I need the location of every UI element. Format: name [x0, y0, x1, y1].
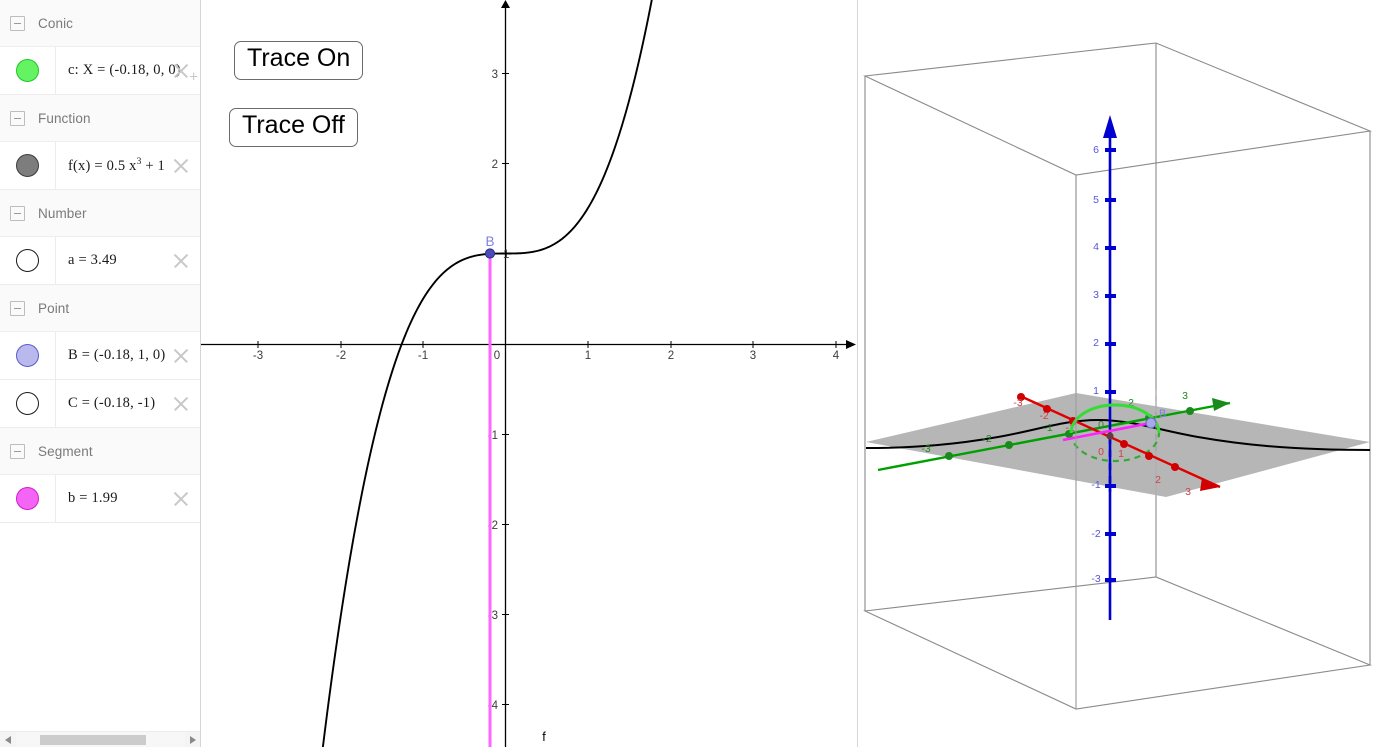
marble-cell [0, 237, 56, 284]
y-axis-arrow-icon [501, 0, 510, 8]
point-b-marker[interactable] [484, 248, 496, 259]
bounding-box-3d [863, 42, 1373, 710]
visibility-marble-icon[interactable] [16, 59, 39, 82]
collapse-toggle-point[interactable] [10, 300, 25, 316]
svg-text:-2: -2 [1091, 528, 1100, 540]
svg-text:-3: -3 [921, 443, 930, 455]
collapse-toggle-function[interactable] [10, 110, 25, 126]
svg-text:2: 2 [1093, 337, 1099, 349]
svg-text:1: 1 [1093, 385, 1099, 397]
x-axis-arrow-icon [846, 340, 856, 349]
geogebra-app: Conic c: X = (-0.18, 0, 0) + Function f(… [0, 0, 1380, 747]
group-header-point: Point [0, 285, 200, 332]
z-axis-3d [1103, 115, 1117, 620]
collapse-toggle-conic[interactable] [10, 15, 25, 31]
svg-text:4: 4 [833, 350, 840, 362]
group-title-segment: Segment [38, 443, 93, 459]
marble-cell [0, 142, 56, 189]
plus-icon[interactable]: + [189, 69, 198, 84]
visibility-marble-icon[interactable] [16, 487, 39, 510]
svg-text:2: 2 [668, 350, 674, 362]
svg-text:6: 6 [1093, 144, 1099, 156]
close-icon[interactable] [170, 393, 192, 415]
algebra-item-number-a[interactable]: a = 3.49 [0, 237, 200, 285]
algebra-view: Conic c: X = (-0.18, 0, 0) + Function f(… [0, 0, 201, 747]
marble-cell [0, 380, 56, 427]
origin-label-3d: 0 [1098, 419, 1104, 431]
function-curve-f[interactable] [302, 0, 682, 747]
visibility-marble-icon[interactable] [16, 344, 39, 367]
svg-text:3: 3 [750, 350, 756, 362]
scrollbar-track[interactable] [16, 731, 185, 747]
svg-text:1: 1 [585, 350, 591, 362]
scroll-right-arrow-icon[interactable] [185, 732, 200, 747]
origin-marker-3d [1106, 432, 1114, 440]
visibility-marble-icon[interactable] [16, 249, 39, 272]
algebra-item-segment-b[interactable]: b = 1.99 [0, 475, 200, 523]
svg-text:4: 4 [1093, 241, 1099, 253]
graph-3d-canvas[interactable]: -3 -2 -1 2 3 -3 -2 -1 0 1 2 3 6 5 4 3 2 … [858, 0, 1379, 747]
visibility-marble-icon[interactable] [16, 392, 39, 415]
marble-cell [0, 475, 56, 522]
svg-text:2: 2 [492, 159, 498, 171]
algebra-horizontal-scrollbar[interactable] [0, 731, 200, 747]
group-header-function: Function [0, 95, 200, 142]
svg-text:-2: -2 [336, 350, 346, 362]
svg-text:5: 5 [1093, 194, 1099, 206]
algebra-item-point-c[interactable]: C = (-0.18, -1) [0, 380, 200, 428]
group-header-segment: Segment [0, 428, 200, 475]
svg-text:-1: -1 [1091, 479, 1100, 491]
group-header-conic: Conic [0, 0, 200, 47]
visibility-marble-icon[interactable] [16, 154, 39, 177]
trace-on-button[interactable]: Trace On [234, 41, 364, 80]
svg-text:0: 0 [494, 350, 500, 362]
close-icon[interactable] [170, 250, 192, 272]
marble-cell [0, 47, 56, 94]
svg-text:-1: -1 [418, 350, 428, 362]
algebra-item-point-b[interactable]: B = (-0.18, 1, 0) [0, 332, 200, 380]
graphics-view-2d[interactable]: Trace On Trace Off -3 -2 -1 0 1 2 3 4 3 … [201, 0, 858, 747]
svg-text:1: 1 [1118, 448, 1124, 460]
group-title-conic: Conic [38, 15, 74, 31]
collapse-toggle-segment[interactable] [10, 443, 25, 459]
collapse-toggle-number[interactable] [10, 205, 25, 221]
close-icon[interactable] [170, 155, 192, 177]
group-title-function: Function [38, 110, 91, 126]
z-axis-tick-labels: 6 5 4 3 2 1 -1 -2 -3 [1091, 144, 1100, 585]
svg-text:-3: -3 [1091, 573, 1100, 585]
point-b-label-3d: B [1159, 408, 1166, 420]
svg-text:2: 2 [1155, 474, 1161, 486]
svg-text:-2: -2 [1039, 410, 1048, 422]
scrollbar-thumb[interactable] [40, 734, 146, 745]
svg-text:-3: -3 [1013, 397, 1022, 409]
svg-text:3: 3 [1182, 390, 1188, 402]
close-icon[interactable] [170, 488, 192, 510]
svg-text:3: 3 [492, 69, 498, 81]
algebra-item-conic-c[interactable]: c: X = (-0.18, 0, 0) + [0, 47, 200, 95]
group-header-number: Number [0, 190, 200, 237]
scroll-left-arrow-icon[interactable] [0, 732, 16, 747]
svg-text:1: 1 [503, 249, 509, 261]
svg-text:-1: -1 [1043, 422, 1052, 434]
point-b-marker-3d[interactable] [1145, 417, 1157, 429]
curve-label-f: f [542, 730, 546, 744]
svg-text:-2: -2 [982, 433, 991, 445]
graphics-view-3d[interactable]: -3 -2 -1 2 3 -3 -2 -1 0 1 2 3 6 5 4 3 2 … [858, 0, 1379, 747]
marble-cell [0, 332, 56, 379]
svg-text:0: 0 [1098, 446, 1104, 458]
trace-off-button[interactable]: Trace Off [229, 108, 358, 147]
svg-text:3: 3 [1185, 486, 1191, 498]
algebra-item-function-f[interactable]: f(x) = 0.5 x3 + 1 [0, 142, 200, 190]
group-title-point: Point [38, 300, 70, 316]
svg-text:3: 3 [1093, 289, 1099, 301]
close-icon[interactable] [170, 345, 192, 367]
point-b-label: B [485, 234, 494, 249]
svg-text:-3: -3 [253, 350, 263, 362]
group-title-number: Number [38, 205, 87, 221]
